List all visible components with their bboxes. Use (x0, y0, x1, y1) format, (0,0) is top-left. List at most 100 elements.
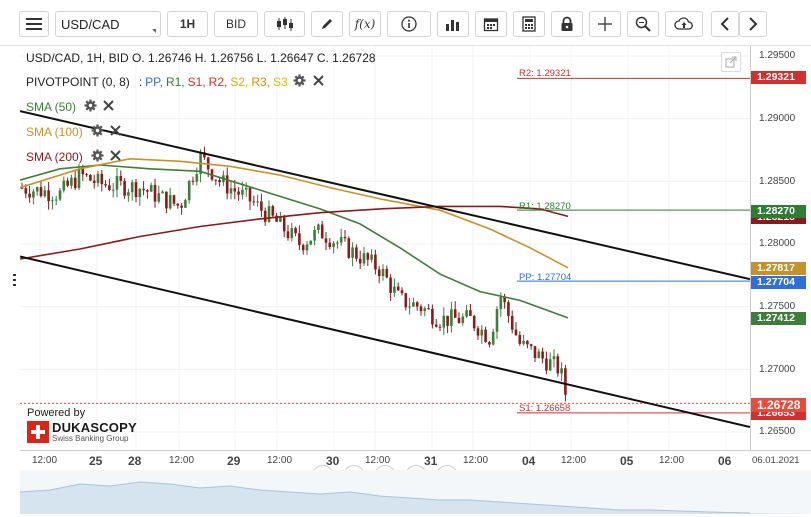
info-button[interactable] (387, 11, 431, 37)
time-tick: 12:00 (561, 455, 587, 466)
candle-body (263, 210, 267, 222)
calculator-button[interactable] (513, 11, 545, 37)
time-tick: 12:00 (463, 455, 489, 466)
candle-body (514, 329, 518, 336)
candle-body (529, 344, 533, 347)
candle-body (404, 293, 408, 308)
candle-body (324, 238, 328, 243)
pivot-label-s1: S1: 1.26658 (519, 403, 571, 414)
next-button[interactable] (739, 11, 767, 37)
sma100-legend: SMA (100) (26, 124, 121, 140)
candle-body (146, 190, 149, 192)
price-axis[interactable]: 1.29500 1.29000 1.28500 1.28000 1.27500 … (750, 46, 811, 450)
time-axis[interactable]: 12:00 25 28 12:00 29 12:00 30 12:00 31 1… (20, 450, 811, 470)
powered-by-label: Powered by (27, 407, 86, 419)
draw-button[interactable] (311, 11, 343, 37)
candle-body (47, 190, 50, 202)
timeframe-select[interactable]: 1H (167, 11, 208, 37)
candle-body (453, 309, 457, 318)
candle-body (294, 228, 297, 234)
candle-body (229, 188, 233, 194)
candles (20, 146, 567, 402)
candle-body (77, 168, 81, 189)
candle-body (461, 316, 465, 324)
crosshair-button[interactable] (589, 11, 621, 37)
candle-body (442, 315, 446, 328)
pivot-lines (20, 77, 750, 414)
sma100-label: SMA (100) (26, 125, 83, 139)
candle-body (134, 182, 138, 198)
candle-body (119, 176, 123, 181)
candle-body (408, 306, 411, 308)
candle-body (252, 201, 256, 203)
candle-body (168, 195, 172, 209)
navigator[interactable] (19, 470, 811, 514)
share-button[interactable] (665, 11, 703, 37)
time-tick: 28 (128, 454, 142, 468)
time-tick-date: 06.01.2021 (752, 455, 800, 466)
sma50-settings-icon[interactable] (84, 99, 97, 115)
resize-grip-icon[interactable] (13, 274, 17, 286)
navigator-overview[interactable] (19, 470, 811, 514)
candle-body (438, 326, 442, 328)
candle-body (370, 254, 373, 260)
info-icon (401, 16, 417, 32)
time-tick: 29 (227, 454, 241, 468)
sma100-settings-icon[interactable] (91, 124, 104, 140)
candle-body (552, 356, 556, 360)
maximize-button[interactable] (721, 52, 741, 72)
pivot-item-pp: PP, (145, 75, 163, 89)
candle-body (184, 200, 187, 208)
candle-body (415, 302, 419, 307)
prev-button[interactable] (711, 11, 739, 37)
candle-body (491, 331, 495, 345)
chart-type-button[interactable] (264, 11, 305, 37)
hamburger-icon (26, 18, 42, 30)
candle-body (111, 189, 115, 191)
lock-button[interactable] (551, 11, 583, 37)
price-side-select[interactable]: BID (214, 11, 258, 37)
chart-area[interactable]: USD/CAD, 1H, BID O. 1.26746 H. 1.26756 L… (20, 46, 750, 487)
sma200-close-icon[interactable] (109, 150, 121, 164)
candle-body (537, 351, 541, 359)
price-tick: 1.27500 (759, 301, 796, 312)
pivot-close-icon[interactable] (313, 75, 324, 89)
candle-body (149, 184, 153, 192)
candle-body (271, 206, 275, 216)
candle-body (70, 177, 73, 186)
candle-body (381, 268, 385, 277)
price-tick: 1.29500 (759, 50, 796, 61)
candle-body (32, 191, 35, 198)
pivot-item-r1: R1, (165, 75, 185, 89)
indicators-button[interactable]: f(x) (349, 11, 381, 37)
candle-body (305, 244, 309, 251)
time-tick: 06 (718, 454, 732, 468)
symbol-select[interactable]: USD/CAD (55, 11, 161, 37)
time-tick: 12:00 (365, 455, 391, 466)
sma200-settings-icon[interactable] (91, 149, 104, 165)
sma100-close-icon[interactable] (109, 125, 121, 139)
zoom-button[interactable] (627, 11, 659, 37)
volume-button[interactable] (437, 11, 469, 37)
calendar-button[interactable] (475, 11, 507, 37)
lock-icon (561, 16, 573, 31)
menu-button[interactable] (19, 11, 49, 37)
price-badge-sma50: 1.27412 (751, 312, 806, 325)
candle-body (85, 174, 88, 176)
price-chart[interactable] (20, 46, 750, 450)
candle-body (282, 216, 286, 232)
candle-body (309, 240, 313, 245)
candle-body (339, 236, 343, 243)
candle-body (244, 187, 248, 190)
pivot-settings-icon[interactable] (293, 74, 306, 90)
sma50-close-icon[interactable] (103, 100, 114, 114)
candle-body (446, 315, 449, 326)
candle-body (241, 189, 244, 195)
candle-body (548, 359, 552, 371)
fx-label: f(x) (354, 17, 376, 31)
candle-body (328, 242, 332, 248)
candle-body (431, 308, 434, 325)
sma50-label: SMA (50) (26, 100, 77, 114)
candle-body (332, 243, 335, 248)
price-tick: 1.29000 (759, 113, 796, 124)
